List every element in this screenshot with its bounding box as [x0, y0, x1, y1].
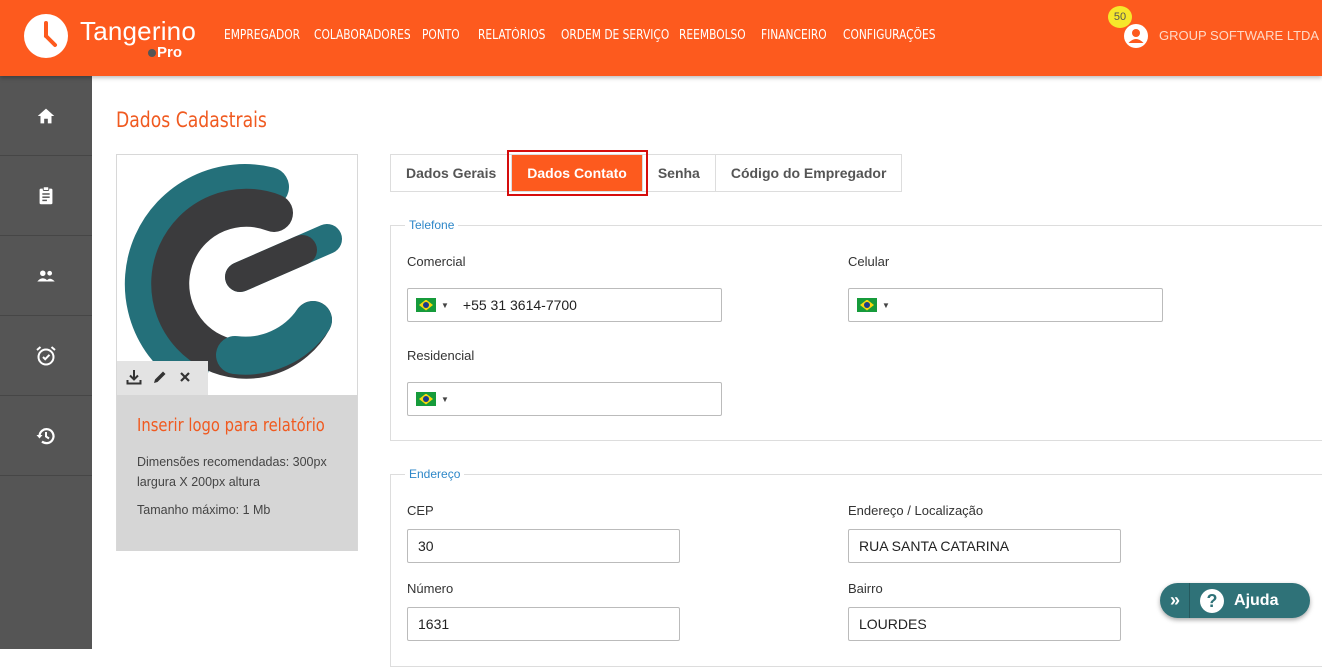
- celular-label: Celular: [848, 254, 890, 269]
- tab-dados-contato[interactable]: Dados Contato: [507, 150, 648, 196]
- endereco-input[interactable]: RUA SANTA CATARINA: [848, 529, 1121, 563]
- edit-pencil-icon[interactable]: [152, 369, 168, 388]
- tab-senha[interactable]: Senha: [643, 155, 716, 191]
- cep-input[interactable]: 30: [407, 529, 680, 563]
- phone-legend: Telefone: [409, 218, 455, 232]
- logo-info-panel: Inserir logo para relatório Dimensões re…: [117, 395, 357, 551]
- help-button[interactable]: » ? Ajuda: [1160, 583, 1310, 618]
- country-dropdown-icon[interactable]: ▼: [882, 301, 890, 310]
- help-divider: [1189, 583, 1191, 618]
- nav-configuracoes[interactable]: CONFIGURAÇÕES: [843, 28, 936, 43]
- celular-phone-input[interactable]: ▼: [848, 288, 1163, 322]
- history-icon: [36, 427, 55, 444]
- logo-card: Inserir logo para relatório Dimensões re…: [116, 154, 358, 551]
- country-dropdown-icon[interactable]: ▼: [441, 301, 449, 310]
- residencial-label: Residencial: [407, 348, 475, 363]
- clipboard-icon: [39, 185, 53, 204]
- main-nav: EMPREGADOR COLABORADORES PONTO RELATÓRIO…: [224, 28, 953, 43]
- people-icon: [37, 270, 55, 281]
- logo-max-size-text: Tamanho máximo: 1 Mb: [137, 503, 271, 517]
- numero-input[interactable]: 1631: [407, 607, 680, 641]
- alarm-icon: [36, 345, 56, 365]
- home-icon: [37, 108, 55, 123]
- brazil-flag-icon[interactable]: [857, 298, 877, 312]
- endereco-label: Endereço / Localização: [848, 503, 984, 518]
- nav-ordem-servico[interactable]: ORDEM DE SERVIÇO: [561, 28, 669, 43]
- brazil-flag-icon[interactable]: [416, 298, 436, 312]
- brand-name[interactable]: Tangerino: [80, 16, 196, 47]
- address-legend: Endereço: [409, 467, 461, 481]
- profile-tabs: Dados Gerais Dados Contato Senha Código …: [390, 150, 903, 196]
- user-avatar-icon[interactable]: [1124, 24, 1148, 48]
- cep-label: CEP: [407, 503, 434, 518]
- brazil-flag-icon[interactable]: [416, 392, 436, 406]
- brand-sub: Pro: [148, 44, 182, 61]
- nav-colaboradores[interactable]: COLABORADORES: [314, 28, 411, 43]
- top-navbar: Tangerino Pro EMPREGADOR COLABORADORES P…: [0, 0, 1322, 76]
- page-title: Dados Cadastrais: [116, 108, 267, 132]
- sidebar-item-historico[interactable]: [0, 396, 92, 476]
- nav-empregador[interactable]: EMPREGADOR: [224, 28, 300, 43]
- close-icon[interactable]: [178, 370, 192, 387]
- sidebar-item-home[interactable]: [0, 76, 92, 156]
- sidebar-item-ponto[interactable]: [0, 316, 92, 396]
- sidebar: [0, 76, 92, 649]
- residencial-phone-input[interactable]: ▼: [407, 382, 722, 416]
- nav-financeiro[interactable]: FINANCEIRO: [761, 28, 828, 43]
- company-name[interactable]: GROUP SOFTWARE LTDA: [1159, 28, 1319, 43]
- comercial-label: Comercial: [407, 254, 466, 269]
- tab-dados-gerais[interactable]: Dados Gerais: [391, 155, 513, 191]
- clock-logo-icon[interactable]: [24, 14, 68, 58]
- company-logo-image: [124, 164, 342, 387]
- logo-dimensions-text: Dimensões recomendadas: 300px largura X …: [137, 455, 327, 489]
- sidebar-item-colaboradores[interactable]: [0, 236, 92, 316]
- bairro-label: Bairro: [848, 581, 883, 596]
- numero-label: Número: [407, 581, 454, 596]
- double-chevron-icon[interactable]: »: [1170, 590, 1180, 611]
- question-icon: ?: [1200, 588, 1225, 613]
- nav-reembolso[interactable]: REEMBOLSO: [679, 28, 746, 43]
- bairro-input[interactable]: LOURDES: [848, 607, 1121, 641]
- nav-relatorios[interactable]: RELATÓRIOS: [478, 28, 546, 43]
- comercial-phone-value: +55 31 3614-7700: [462, 297, 577, 313]
- help-label: Ajuda: [1234, 591, 1279, 609]
- nav-ponto[interactable]: PONTO: [422, 28, 468, 43]
- tab-codigo-empregador[interactable]: Código do Empregador: [716, 155, 902, 191]
- comercial-phone-input[interactable]: ▼ +55 31 3614-7700: [407, 288, 722, 322]
- insert-logo-title[interactable]: Inserir logo para relatório: [137, 415, 325, 436]
- sidebar-item-clipboard[interactable]: [0, 156, 92, 236]
- download-icon[interactable]: [126, 369, 142, 388]
- country-dropdown-icon[interactable]: ▼: [441, 395, 449, 404]
- logo-toolbar: [117, 361, 208, 395]
